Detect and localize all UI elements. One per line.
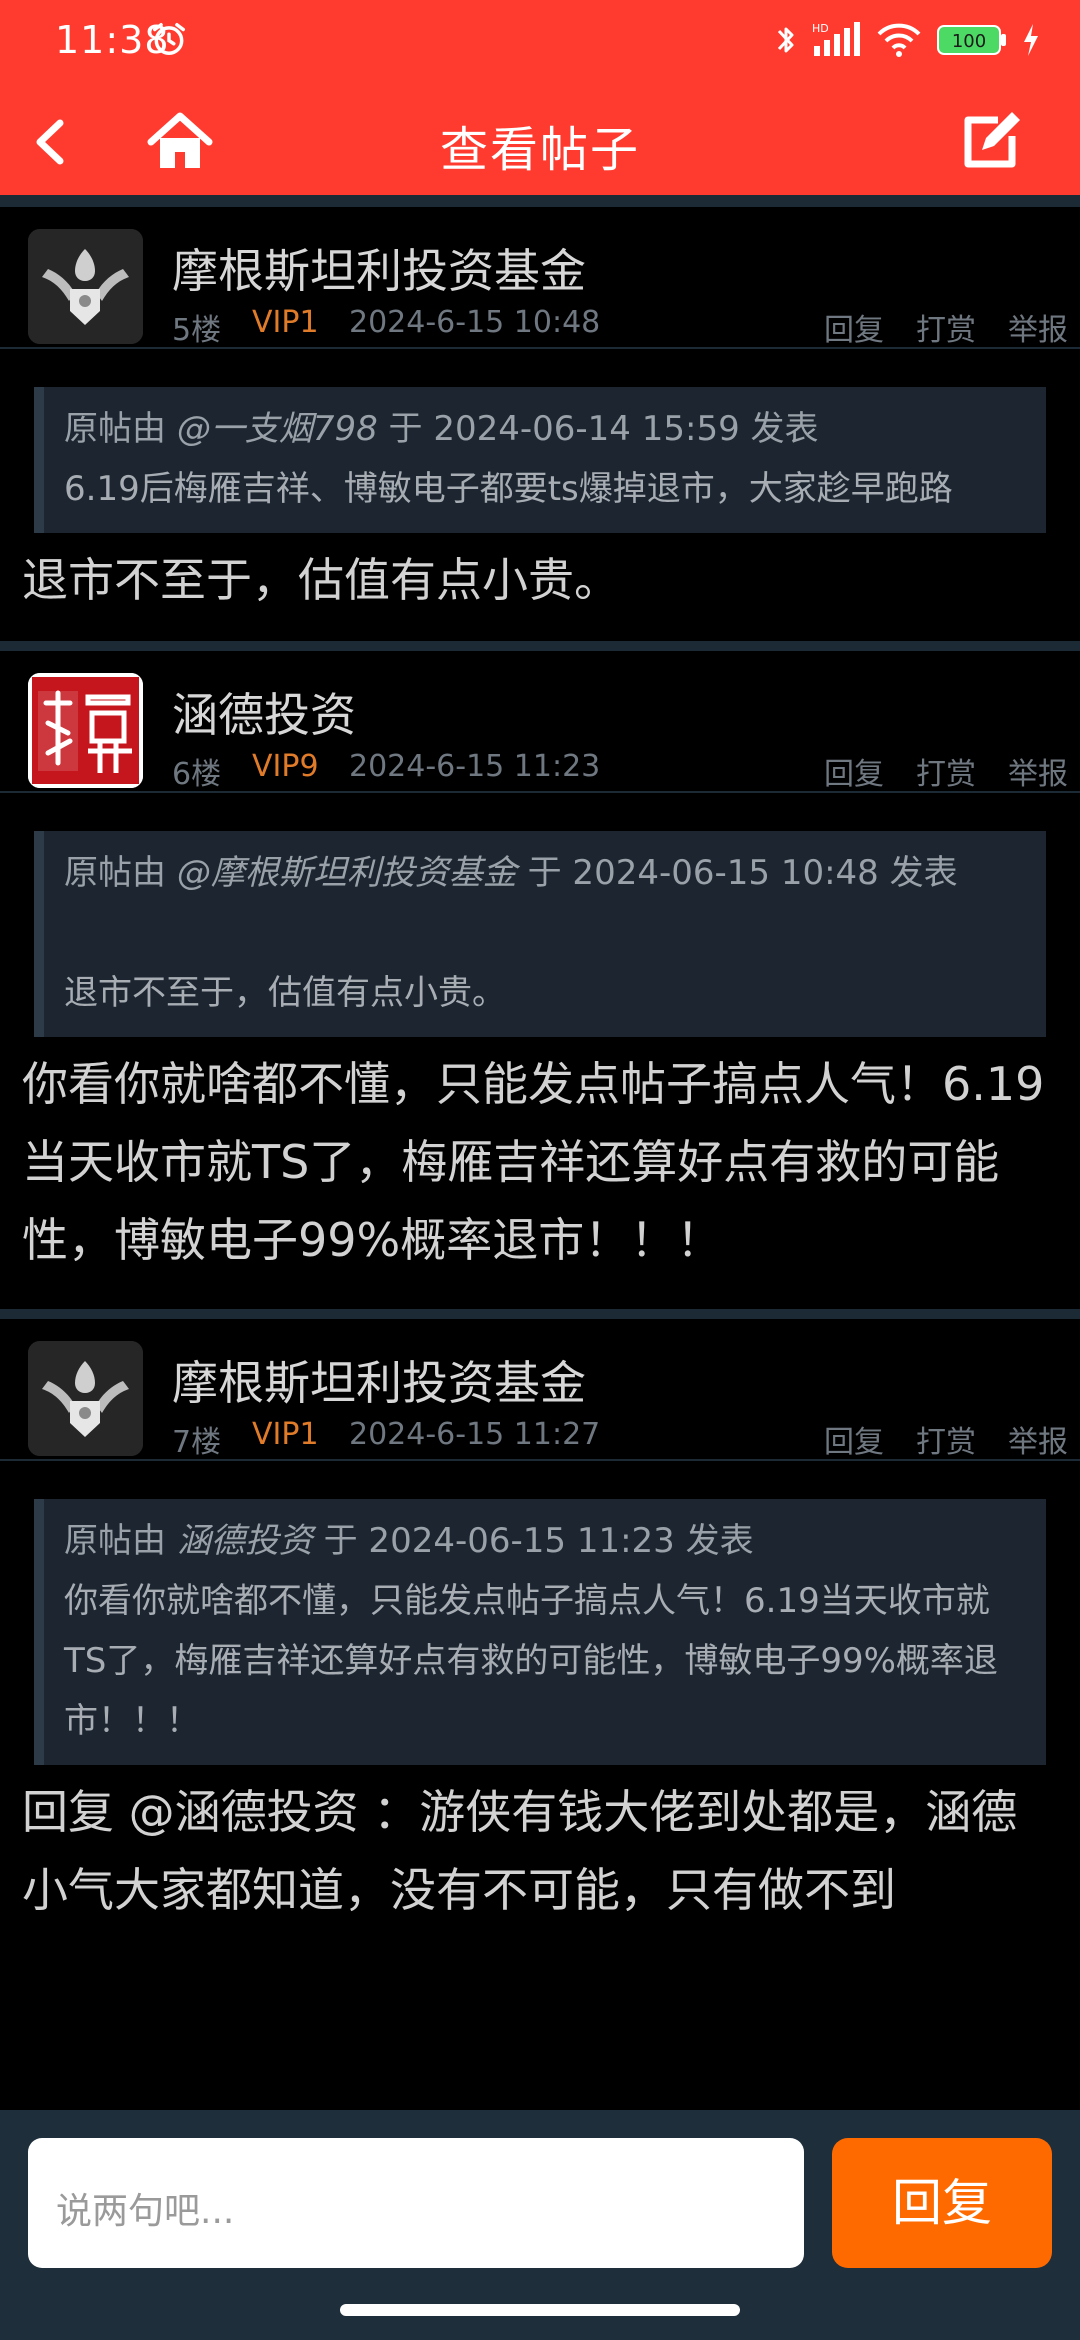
reply-button[interactable]: 回复 bbox=[832, 2138, 1052, 2268]
quote-header: 原帖由 @一支烟798 于 2024-06-14 15:59 发表 bbox=[64, 399, 1018, 459]
floor-number: 6楼 bbox=[172, 757, 222, 792]
quote-prefix: 原帖由 bbox=[64, 853, 166, 893]
battery-icon: 100 bbox=[937, 25, 1006, 55]
svg-text:HD: HD bbox=[812, 22, 829, 35]
status-bar: 11:38 HD 100 bbox=[0, 0, 1080, 82]
username[interactable]: 涵德投资 bbox=[172, 679, 356, 745]
post-meta: 6楼 VIP9 2024-6-15 11:23 bbox=[172, 749, 600, 793]
app-bar: 查看帖子 bbox=[0, 82, 1080, 195]
post-actions: 回复 打赏 举报 bbox=[824, 749, 1068, 793]
quote-text: 6.19后梅雁吉祥、博敏电子都要ts爆掉退市，大家趁早跑路 bbox=[64, 469, 953, 509]
floor-number: 5楼 bbox=[172, 313, 222, 348]
divider bbox=[0, 641, 1080, 651]
eagle-emblem-icon bbox=[28, 229, 143, 344]
wifi-icon bbox=[877, 23, 921, 57]
reply-input[interactable]: 说两句吧... bbox=[28, 2138, 804, 2268]
floor-number: 7楼 bbox=[172, 1425, 222, 1460]
reply-action[interactable]: 回复 bbox=[824, 749, 884, 793]
post-meta: 5楼 VIP1 2024-6-15 10:48 bbox=[172, 305, 600, 349]
post-body: 退市不至于，估值有点小贵。 bbox=[22, 553, 620, 607]
quote-prefix: 原帖由 bbox=[64, 1521, 166, 1561]
quote-block: 原帖由 涵德投资 于 2024-06-15 11:23 发表 你看你就啥都不懂，… bbox=[34, 1499, 1046, 1765]
divider bbox=[0, 195, 1080, 207]
post-header: 摩根斯坦利投资基金 7楼 VIP1 2024-6-15 11:27 回复 打赏 … bbox=[0, 1319, 1080, 1461]
quote-header: 原帖由 涵德投资 于 2024-06-15 11:23 发表 bbox=[64, 1511, 1018, 1571]
list-item: 摩根斯坦利投资基金 5楼 VIP1 2024-6-15 10:48 回复 打赏 … bbox=[0, 207, 1080, 641]
charging-icon bbox=[1024, 24, 1038, 56]
avatar[interactable] bbox=[28, 673, 143, 788]
post-actions: 回复 打赏 举报 bbox=[824, 1417, 1068, 1461]
vip-badge: VIP1 bbox=[252, 1417, 319, 1452]
seal-logo-icon bbox=[28, 673, 143, 788]
quote-time: 于 2024-06-15 10:48 发表 bbox=[527, 853, 958, 893]
report-action[interactable]: 举报 bbox=[1008, 749, 1068, 793]
list-item: 涵德投资 6楼 VIP9 2024-6-15 11:23 回复 打赏 举报 原帖… bbox=[0, 651, 1080, 1309]
username[interactable]: 摩根斯坦利投资基金 bbox=[172, 1347, 586, 1413]
gesture-bar bbox=[0, 2290, 1080, 2340]
tip-action[interactable]: 打赏 bbox=[916, 1417, 976, 1461]
home-indicator[interactable] bbox=[340, 2304, 740, 2316]
post-header: 摩根斯坦利投资基金 5楼 VIP1 2024-6-15 10:48 回复 打赏 … bbox=[0, 207, 1080, 349]
post-time: 2024-6-15 11:27 bbox=[349, 1417, 601, 1452]
quote-spacer bbox=[64, 903, 1018, 963]
divider bbox=[0, 1309, 1080, 1319]
post-actions: 回复 打赏 举报 bbox=[824, 305, 1068, 349]
quote-user[interactable]: @一支烟798 bbox=[177, 409, 378, 449]
bluetooth-icon bbox=[777, 27, 794, 53]
reply-action[interactable]: 回复 bbox=[824, 305, 884, 349]
svg-text:100: 100 bbox=[952, 31, 986, 52]
system-icons: HD 100 bbox=[774, 20, 1040, 60]
quote-block: 原帖由 @一支烟798 于 2024-06-14 15:59 发表 6.19后梅… bbox=[34, 387, 1046, 533]
tip-action[interactable]: 打赏 bbox=[916, 749, 976, 793]
avatar[interactable] bbox=[28, 229, 143, 344]
quote-block: 原帖由 @摩根斯坦利投资基金 于 2024-06-15 10:48 发表 退市不… bbox=[34, 831, 1046, 1037]
tip-action[interactable]: 打赏 bbox=[916, 305, 976, 349]
quote-header: 原帖由 @摩根斯坦利投资基金 于 2024-06-15 10:48 发表 bbox=[64, 843, 1018, 903]
post-body: 你看你就啥都不懂，只能发点帖子搞点人气！6.19当天收市就TS了，梅雁吉祥还算好… bbox=[22, 1057, 1045, 1267]
list-item: 摩根斯坦利投资基金 7楼 VIP1 2024-6-15 11:27 回复 打赏 … bbox=[0, 1319, 1080, 1929]
quote-user[interactable]: 涵德投资 bbox=[177, 1521, 313, 1561]
report-action[interactable]: 举报 bbox=[1008, 305, 1068, 349]
alarm-icon bbox=[153, 23, 185, 55]
vip-badge: VIP1 bbox=[252, 305, 319, 340]
top-bar: 11:38 HD 100 查看帖子 bbox=[0, 0, 1080, 195]
post-meta: 7楼 VIP1 2024-6-15 11:27 bbox=[172, 1417, 600, 1461]
post-time: 2024-6-15 10:48 bbox=[349, 305, 601, 340]
post-list: 摩根斯坦利投资基金 5楼 VIP1 2024-6-15 10:48 回复 打赏 … bbox=[0, 195, 1080, 2110]
edit-icon bbox=[964, 112, 1020, 168]
quote-time: 于 2024-06-14 15:59 发表 bbox=[388, 409, 819, 449]
avatar[interactable] bbox=[28, 1341, 143, 1456]
signal-icon: HD bbox=[812, 22, 860, 56]
quote-text: 你看你就啥都不懂，只能发点帖子搞点人气！6.19当天收市就TS了，梅雁吉祥还算好… bbox=[64, 1581, 998, 1741]
vip-badge: VIP9 bbox=[252, 749, 319, 784]
eagle-emblem-icon bbox=[28, 1341, 143, 1456]
post-header: 涵德投资 6楼 VIP9 2024-6-15 11:23 回复 打赏 举报 bbox=[0, 651, 1080, 793]
quote-user[interactable]: @摩根斯坦利投资基金 bbox=[177, 853, 517, 893]
reply-action[interactable]: 回复 bbox=[824, 1417, 884, 1461]
post-body: 回复 @涵德投资 ：游侠有钱大佬到处都是，涵德小气大家都知道，没有不可能，只有做… bbox=[22, 1785, 1018, 1917]
report-action[interactable]: 举报 bbox=[1008, 1417, 1068, 1461]
compose-button[interactable] bbox=[950, 102, 1030, 182]
quote-text: 退市不至于，估值有点小贵。 bbox=[64, 973, 506, 1013]
username[interactable]: 摩根斯坦利投资基金 bbox=[172, 235, 586, 301]
quote-prefix: 原帖由 bbox=[64, 409, 166, 449]
reply-bar: 说两句吧... 回复 bbox=[0, 2110, 1080, 2290]
page-title: 查看帖子 bbox=[439, 122, 640, 178]
quote-time: 于 2024-06-15 11:23 发表 bbox=[323, 1521, 754, 1561]
post-time: 2024-6-15 11:23 bbox=[349, 749, 601, 784]
